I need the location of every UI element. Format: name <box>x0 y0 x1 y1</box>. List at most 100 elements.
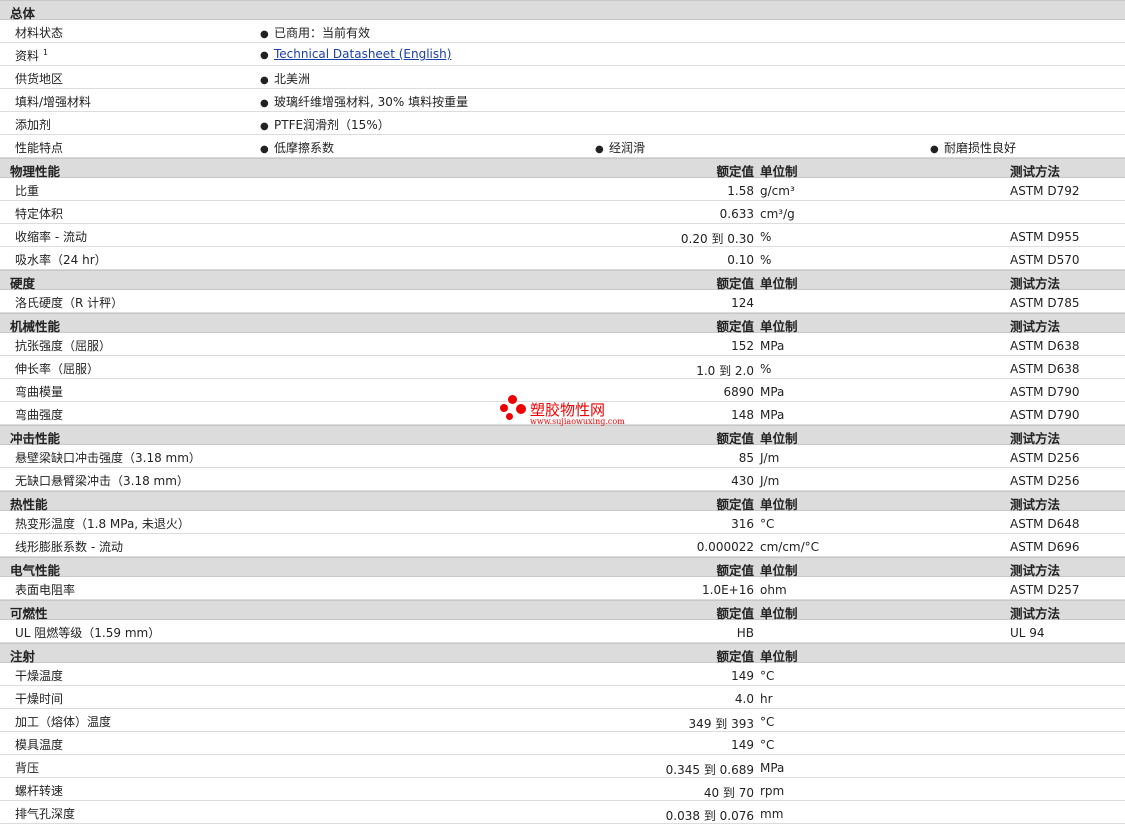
property-row: 加工（熔体）温度 349 到 393 °C <box>0 709 1125 732</box>
property-label: 排气孔深度 <box>15 807 76 821</box>
property-label: 无缺口悬臂梁冲击（3.18 mm） <box>15 474 189 488</box>
property-unit: hr <box>760 692 773 706</box>
property-unit: g/cm³ <box>760 184 795 198</box>
bullet-text: 玻璃纤维增强材料, 30% 填料按重量 <box>274 95 469 109</box>
bullet-text: 低摩擦系数 <box>274 141 335 155</box>
watermark-dots-icon <box>500 395 528 423</box>
row-label: 材料状态 <box>15 24 63 41</box>
property-row: 特定体积 0.633 cm³/g <box>0 201 1125 224</box>
test-method: ASTM D785 <box>1010 296 1080 310</box>
property-row: 干燥温度 149 °C <box>0 663 1125 686</box>
bullet-icon: ● <box>260 29 269 40</box>
row-label: 资料 1 <box>15 47 48 64</box>
property-value: 349 到 393 <box>688 717 754 731</box>
property-label: 加工（熔体）温度 <box>15 715 112 729</box>
property-label: 悬壁梁缺口冲击强度（3.18 mm） <box>15 451 201 465</box>
property-row: 线形膨胀系数 - 流动 0.000022 cm/cm/°C ASTM D696 <box>0 534 1125 557</box>
property-unit: J/m <box>760 474 780 488</box>
test-method: ASTM D256 <box>1010 474 1080 488</box>
bullet-item: ● 北美洲 <box>260 70 310 87</box>
row-label-text: 材料状态 <box>15 26 64 40</box>
superscript: 1 <box>42 48 48 57</box>
property-row: 吸水率（24 hr） 0.10% ASTM D570 <box>0 247 1125 270</box>
general-row: 添加剂 ● PTFE润滑剂（15%） <box>0 112 1125 135</box>
section-header-general: 总体 <box>0 0 1125 21</box>
property-unit: °C <box>760 517 775 531</box>
bullet-icon: ● <box>260 121 269 132</box>
property-value: 6890 <box>723 385 754 399</box>
bullet-text: 耐磨损性良好 <box>944 141 1017 155</box>
property-label: 吸水率（24 hr） <box>15 253 107 267</box>
bullet-item: ● 玻璃纤维增强材料, 30% 填料按重量 <box>260 93 468 110</box>
property-label: 洛氏硬度（R 计秤） <box>15 296 124 310</box>
property-value: 0.20 到 0.30 <box>680 232 754 246</box>
bullet-item: ● 经润滑 <box>595 139 645 156</box>
property-value: 1.0 到 2.0 <box>696 364 754 378</box>
row-label-text: 添加剂 <box>15 118 52 132</box>
property-row: UL 阻燃等级（1.59 mm） HB UL 94 <box>0 620 1125 643</box>
property-row: 热变形温度（1.8 MPa, 未退火） 316 °C ASTM D648 <box>0 511 1125 534</box>
general-row: 材料状态 ● 已商用：当前有效 <box>0 20 1125 43</box>
watermark-url: www.sujiaowuxing.com <box>530 417 625 426</box>
bullet-icon: ● <box>260 75 269 86</box>
row-label-text: 填料/增强材料 <box>15 95 92 109</box>
property-value: 40 到 70 <box>703 786 754 800</box>
general-row: 性能特点 ● 低摩擦系数 ● 经润滑 ● 耐磨损性良好 <box>0 135 1125 158</box>
property-value: 0.10 <box>727 253 754 267</box>
test-method: ASTM D696 <box>1010 540 1080 554</box>
test-method: ASTM D256 <box>1010 451 1080 465</box>
property-label: 弯曲模量 <box>15 385 64 399</box>
section-header: 物理性能 额定值 单位制 测试方法 <box>0 158 1125 179</box>
property-value: 152 <box>731 339 754 353</box>
bullet-text: PTFE润滑剂（15%） <box>274 118 390 132</box>
property-label: 伸长率（屈服） <box>15 362 100 376</box>
row-label: 添加剂 <box>15 116 51 133</box>
property-row: 抗张强度（屈服） 152 MPa ASTM D638 <box>0 333 1125 356</box>
property-unit: J/m <box>760 451 780 465</box>
general-row: 供货地区 ● 北美洲 <box>0 66 1125 89</box>
property-label: 干燥时间 <box>15 692 64 706</box>
general-row: 资料 1 ● Technical Datasheet (English) <box>0 43 1125 66</box>
section-header: 热性能 额定值 单位制 测试方法 <box>0 491 1125 512</box>
property-value: 430 <box>731 474 754 488</box>
row-label: 填料/增强材料 <box>15 93 91 110</box>
property-unit: % <box>760 230 772 244</box>
bullet-item: ● 耐磨损性良好 <box>930 139 1016 156</box>
property-row: 背压 0.345 到 0.689 MPa <box>0 755 1125 778</box>
property-unit: cm/cm/°C <box>760 540 820 554</box>
property-value: 4.0 <box>734 692 754 706</box>
property-value: 149 <box>731 669 754 683</box>
test-method: ASTM D570 <box>1010 253 1080 267</box>
property-value: 149 <box>731 738 754 752</box>
property-value: 0.038 到 0.076 <box>665 809 754 823</box>
property-label: 比重 <box>15 184 40 198</box>
property-value: 1.0E+16 <box>702 583 754 597</box>
property-value: 124 <box>731 296 754 310</box>
property-label: 弯曲强度 <box>15 408 64 422</box>
property-unit: °C <box>760 669 775 683</box>
bullet-icon: ● <box>260 144 269 155</box>
bullet-item: ● 低摩擦系数 <box>260 139 334 156</box>
test-method: ASTM D257 <box>1010 583 1080 597</box>
property-row: 伸长率（屈服） 1.0 到 2.0% ASTM D638 <box>0 356 1125 379</box>
property-unit: cm³/g <box>760 207 795 221</box>
property-unit: MPa <box>760 408 785 422</box>
section-header: 电气性能 额定值 单位制 测试方法 <box>0 557 1125 578</box>
property-value: 0.000022 <box>696 540 754 554</box>
datasheet-link[interactable]: Technical Datasheet (English) <box>274 47 451 61</box>
property-label: 螺杆转速 <box>15 784 64 798</box>
row-label: 供货地区 <box>15 70 63 87</box>
general-row: 填料/增强材料 ● 玻璃纤维增强材料, 30% 填料按重量 <box>0 89 1125 112</box>
property-value: 1.58 <box>727 184 754 198</box>
property-label: 特定体积 <box>15 207 64 221</box>
property-unit: MPa <box>760 385 785 399</box>
property-row: 干燥时间 4.0 hr <box>0 686 1125 709</box>
property-row: 模具温度 149 °C <box>0 732 1125 755</box>
property-value: 0.345 到 0.689 <box>665 763 754 777</box>
bullet-text: 经润滑 <box>609 141 646 155</box>
property-label: 线形膨胀系数 - 流动 <box>15 540 123 554</box>
property-label: 表面电阻率 <box>15 583 76 597</box>
property-unit: MPa <box>760 761 785 775</box>
property-row: 无缺口悬臂梁冲击（3.18 mm） 430 J/m ASTM D256 <box>0 468 1125 491</box>
property-row: 洛氏硬度（R 计秤） 124 ASTM D785 <box>0 290 1125 313</box>
